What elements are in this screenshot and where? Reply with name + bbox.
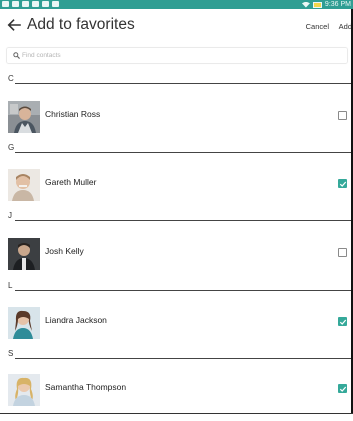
contact-row[interactable]: Christian Ross	[0, 96, 353, 136]
search-icon	[13, 52, 20, 59]
status-bar: 9:36 PM	[0, 0, 353, 9]
bottom-divider	[0, 413, 353, 414]
section-divider	[15, 290, 353, 291]
status-right: 9:36 PM	[301, 0, 351, 9]
notification-icon	[2, 1, 9, 7]
notification-icon	[52, 1, 59, 7]
notification-icon	[32, 1, 39, 7]
select-checkbox[interactable]	[338, 248, 347, 257]
notification-icon	[12, 1, 19, 7]
cancel-button[interactable]: Cancel	[306, 22, 329, 31]
add-button[interactable]: Add	[339, 22, 352, 31]
section-divider	[15, 358, 353, 359]
contact-name: Christian Ross	[45, 109, 101, 119]
section-letter: J	[8, 211, 12, 220]
section-letter: L	[8, 281, 13, 290]
contact-row[interactable]: Samantha Thompson	[0, 369, 353, 409]
section-divider	[15, 152, 353, 153]
contact-name: Gareth Muller	[45, 177, 97, 187]
avatar	[8, 307, 40, 339]
select-checkbox[interactable]	[338, 111, 347, 120]
avatar	[8, 374, 40, 406]
section-divider	[15, 83, 353, 84]
avatar	[8, 238, 40, 270]
page-title: Add to favorites	[27, 16, 135, 33]
section-letter: C	[8, 74, 14, 83]
notification-icon	[42, 1, 49, 7]
contact-row[interactable]: Gareth Muller	[0, 164, 353, 204]
section-header-s: S	[8, 349, 353, 361]
contact-name: Josh Kelly	[45, 246, 84, 256]
checkmark-icon	[339, 181, 347, 187]
search-box[interactable]	[7, 48, 347, 63]
section-letter: S	[8, 349, 14, 358]
notification-icons	[2, 1, 59, 7]
avatar	[8, 169, 40, 201]
section-header-j: J	[8, 211, 353, 223]
search-input[interactable]	[22, 48, 342, 63]
contact-name: Liandra Jackson	[45, 315, 107, 325]
select-checkbox[interactable]	[338, 179, 347, 188]
avatar	[8, 101, 40, 133]
battery-icon	[312, 1, 322, 8]
app-header: Add to favorites Cancel Add	[0, 9, 353, 43]
status-time: 9:36 PM	[324, 1, 351, 8]
select-checkbox[interactable]	[338, 317, 347, 326]
section-divider	[15, 220, 353, 221]
notification-icon	[22, 1, 29, 7]
section-letter: G	[8, 143, 15, 152]
wifi-icon	[301, 1, 310, 8]
select-checkbox[interactable]	[338, 384, 347, 393]
back-arrow-icon[interactable]	[6, 17, 22, 33]
contact-row[interactable]: Liandra Jackson	[0, 302, 353, 342]
checkmark-icon	[339, 386, 347, 392]
contact-row[interactable]: Josh Kelly	[0, 233, 353, 273]
contact-name: Samantha Thompson	[45, 382, 127, 392]
section-header-c: C	[8, 74, 353, 86]
section-header-g: G	[8, 143, 353, 155]
checkmark-icon	[339, 319, 347, 325]
section-header-l: L	[8, 281, 353, 293]
